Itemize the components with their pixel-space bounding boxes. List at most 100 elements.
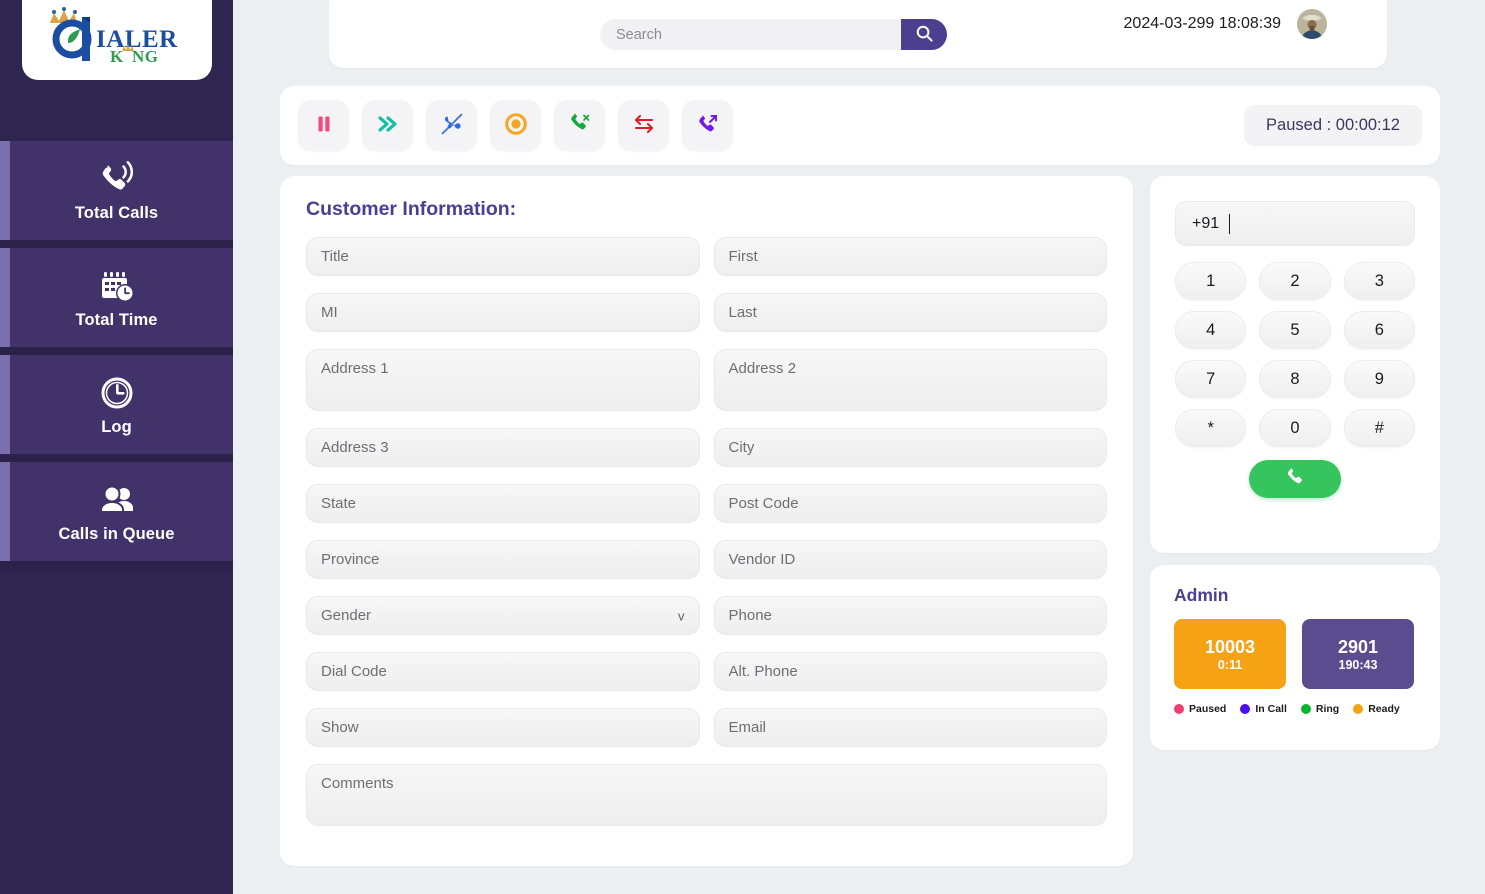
top-header: 2024-03-299 18:08:39 bbox=[329, 0, 1387, 68]
dial-key-star[interactable]: * bbox=[1175, 409, 1247, 447]
brand-logo[interactable]: IALER K NG bbox=[22, 0, 212, 80]
mi-field[interactable]: MI bbox=[306, 293, 700, 332]
clock-icon bbox=[97, 373, 137, 413]
text-caret bbox=[1229, 213, 1231, 234]
field-label: Address 3 bbox=[321, 438, 389, 456]
dial-number-input[interactable]: +91 bbox=[1175, 201, 1415, 246]
state-field[interactable]: State bbox=[306, 484, 700, 523]
dialer-app: IALER K NG Total Calls Total Time Log Ca… bbox=[0, 0, 1485, 894]
dial-key-0[interactable]: 0 bbox=[1259, 409, 1331, 447]
dial-key-5[interactable]: 5 bbox=[1259, 311, 1331, 349]
phone-x-icon bbox=[567, 111, 593, 140]
sidebar-item-calls-in-queue[interactable]: Calls in Queue bbox=[0, 462, 233, 569]
email-field[interactable]: Email bbox=[713, 708, 1107, 747]
dial-key-1[interactable]: 1 bbox=[1175, 262, 1247, 300]
field-label: Gender bbox=[321, 606, 372, 624]
phone-icon bbox=[1285, 467, 1306, 491]
logo-artwork: IALER K NG bbox=[32, 1, 202, 66]
city-field[interactable]: City bbox=[713, 428, 1107, 467]
agent-card[interactable]: 10003 0:11 bbox=[1174, 619, 1286, 689]
address1-field[interactable]: Address 1 bbox=[306, 349, 700, 411]
dial-key-3[interactable]: 3 bbox=[1343, 262, 1415, 300]
sidebar-item-log[interactable]: Log bbox=[0, 355, 233, 462]
status-dot-in-call bbox=[1240, 704, 1251, 714]
datetime-display: 2024-03-299 18:08:39 bbox=[1123, 15, 1281, 32]
sidebar-item-label: Total Calls bbox=[74, 204, 159, 223]
gender-select[interactable]: Gender v bbox=[306, 596, 700, 635]
legend-label: Paused bbox=[1189, 703, 1227, 715]
legend-item-ready: Ready bbox=[1353, 703, 1400, 715]
svg-text:NG: NG bbox=[132, 47, 159, 63]
users-icon bbox=[97, 480, 137, 520]
dial-key-2[interactable]: 2 bbox=[1259, 262, 1331, 300]
field-label: MI bbox=[321, 303, 338, 321]
main-content: 2024-03-299 18:08:39 bbox=[233, 0, 1485, 894]
svg-text:K: K bbox=[110, 47, 124, 63]
customer-information-card: Customer Information: Title First MI Las… bbox=[280, 176, 1133, 866]
status-dot-ring bbox=[1300, 704, 1311, 714]
field-label: Show bbox=[321, 718, 359, 736]
avatar[interactable] bbox=[1297, 9, 1327, 39]
chevron-down-icon: v bbox=[678, 608, 685, 623]
legend-label: Ready bbox=[1368, 703, 1400, 715]
call-button[interactable] bbox=[1249, 460, 1341, 498]
title-field[interactable]: Title bbox=[306, 237, 700, 276]
page-title: Customer Information: bbox=[306, 198, 517, 220]
sidebar-item-total-time[interactable]: Total Time bbox=[0, 248, 233, 355]
agent-id: 10003 bbox=[1204, 636, 1256, 657]
phone-field[interactable]: Phone bbox=[713, 596, 1107, 635]
sidebar-item-label: Calls in Queue bbox=[58, 525, 175, 544]
pause-icon bbox=[312, 112, 336, 139]
last-name-field[interactable]: Last bbox=[713, 293, 1107, 332]
field-label: First bbox=[728, 247, 758, 265]
call-missed-button[interactable] bbox=[426, 100, 477, 151]
sidebar-item-total-calls[interactable]: Total Calls bbox=[0, 141, 233, 248]
comments-field[interactable]: Comments bbox=[306, 764, 1107, 826]
dial-key-hash[interactable]: # bbox=[1343, 409, 1415, 447]
field-label: State bbox=[321, 494, 357, 512]
pause-button[interactable] bbox=[298, 100, 349, 151]
alt-phone-field[interactable]: Alt. Phone bbox=[713, 652, 1107, 691]
search-input[interactable] bbox=[600, 19, 901, 50]
sidebar: IALER K NG Total Calls Total Time Log Ca… bbox=[0, 0, 233, 894]
post-code-field[interactable]: Post Code bbox=[713, 484, 1107, 523]
transfer-button[interactable] bbox=[618, 100, 669, 151]
fast-forward-button[interactable] bbox=[362, 100, 413, 151]
user-avatar-icon bbox=[1297, 9, 1327, 39]
field-label: Vendor ID bbox=[728, 550, 796, 568]
dial-key-6[interactable]: 6 bbox=[1343, 311, 1415, 349]
status-dot-ready bbox=[1353, 704, 1364, 714]
dial-key-8[interactable]: 8 bbox=[1259, 360, 1331, 398]
agent-list: 10003 0:11 2901 190:43 bbox=[1174, 619, 1416, 689]
admin-card: Admin 10003 0:11 2901 190:43 Paused In C… bbox=[1150, 565, 1440, 750]
field-label: Post Code bbox=[728, 494, 799, 512]
sidebar-nav: Total Calls Total Time Log Calls in Queu… bbox=[0, 141, 233, 569]
status-legend: Paused In Call Ring Ready bbox=[1174, 703, 1416, 715]
show-field[interactable]: Show bbox=[306, 708, 700, 747]
sidebar-item-label: Total Time bbox=[75, 311, 158, 330]
calendar-clock-icon bbox=[97, 266, 137, 306]
status-badge: Paused : 00:00:12 bbox=[1244, 105, 1422, 146]
search-button[interactable] bbox=[901, 19, 947, 50]
field-label: Address 1 bbox=[321, 360, 389, 377]
first-name-field[interactable]: First bbox=[713, 237, 1107, 276]
legend-item-in-call: In Call bbox=[1240, 703, 1287, 715]
field-label: Alt. Phone bbox=[728, 662, 798, 680]
dial-key-9[interactable]: 9 bbox=[1343, 360, 1415, 398]
search-box bbox=[600, 19, 947, 50]
address2-field[interactable]: Address 2 bbox=[713, 349, 1107, 411]
province-field[interactable]: Province bbox=[306, 540, 700, 579]
double-chevron-right-icon bbox=[375, 111, 401, 140]
address3-field[interactable]: Address 3 bbox=[306, 428, 700, 467]
vendor-id-field[interactable]: Vendor ID bbox=[713, 540, 1107, 579]
hangup-button[interactable] bbox=[554, 100, 605, 151]
outgoing-call-button[interactable] bbox=[682, 100, 733, 151]
legend-item-paused: Paused bbox=[1174, 703, 1226, 715]
dial-code-field[interactable]: Dial Code bbox=[306, 652, 700, 691]
dial-key-7[interactable]: 7 bbox=[1175, 360, 1247, 398]
record-button[interactable] bbox=[490, 100, 541, 151]
status-dot-paused bbox=[1174, 704, 1184, 714]
legend-label: Ring bbox=[1315, 703, 1340, 715]
dial-key-4[interactable]: 4 bbox=[1175, 311, 1247, 349]
agent-card[interactable]: 2901 190:43 bbox=[1302, 619, 1414, 689]
